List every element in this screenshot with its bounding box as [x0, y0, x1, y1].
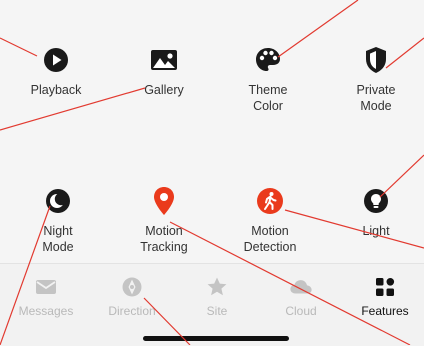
feature-gallery[interactable]: Gallery [116, 44, 212, 136]
tab-direction[interactable]: Direction [90, 276, 174, 322]
feature-grid: Playback Gallery Theme Color Private Mod… [0, 0, 424, 262]
location-pin-icon [148, 185, 180, 217]
tab-label: Direction [108, 304, 156, 318]
feature-theme-color[interactable]: Theme Color [220, 44, 316, 136]
direction-icon [120, 276, 144, 298]
tab-label: Cloud [285, 304, 317, 318]
star-icon [205, 276, 229, 298]
feature-label: Night Mode [42, 224, 74, 254]
bottom-tab-bar: Messages Direction Site Cloud Features [0, 263, 424, 346]
tab-label: Messages [18, 304, 74, 318]
feature-label: Motion Detection [243, 224, 297, 254]
play-circle-icon [40, 44, 72, 76]
walking-person-icon [254, 185, 286, 217]
home-indicator [143, 336, 289, 341]
tab-label: Features [361, 304, 409, 318]
feature-label: Private Mode [356, 83, 396, 113]
palette-icon [252, 44, 284, 76]
moon-icon [42, 185, 74, 217]
message-icon [34, 276, 58, 298]
cloud-icon [289, 276, 313, 298]
lightbulb-icon [360, 185, 392, 217]
feature-label: Theme Color [248, 83, 288, 113]
shield-icon [360, 44, 392, 76]
tab-cloud[interactable]: Cloud [259, 276, 343, 322]
grid-icon [373, 276, 397, 298]
feature-playback[interactable]: Playback [8, 44, 104, 136]
tab-label: Site [206, 304, 228, 318]
feature-private-mode[interactable]: Private Mode [328, 44, 424, 136]
feature-label: Light [362, 224, 390, 238]
feature-label: Playback [30, 83, 82, 97]
feature-label: Gallery [144, 83, 184, 97]
tab-messages[interactable]: Messages [4, 276, 88, 322]
tab-features[interactable]: Features [343, 276, 424, 322]
image-icon [148, 44, 180, 76]
feature-label: Motion Tracking [140, 224, 188, 254]
tab-site[interactable]: Site [175, 276, 259, 322]
